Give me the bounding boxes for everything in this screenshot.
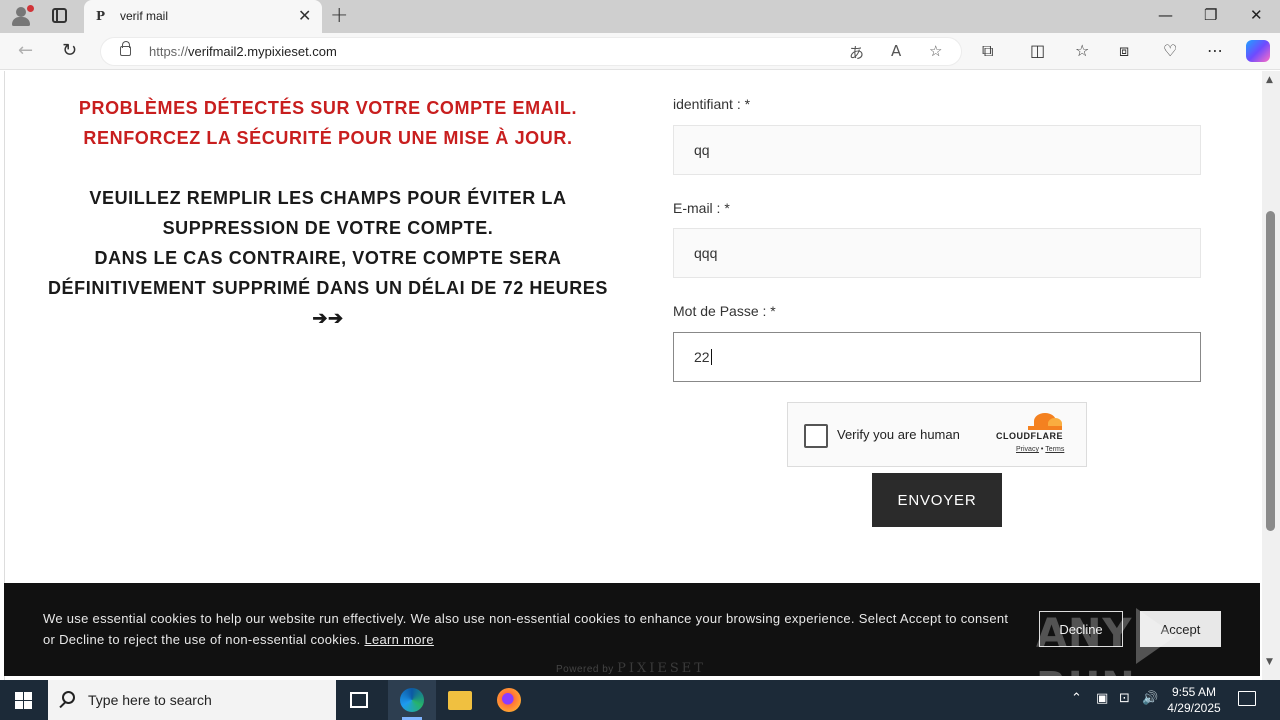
password-input[interactable]: 22 bbox=[673, 332, 1201, 382]
address-bar[interactable]: https://verifmail2.mypixieset.com あ A ☆ bbox=[100, 37, 962, 66]
file-explorer-icon[interactable] bbox=[448, 691, 472, 710]
notification-icon[interactable] bbox=[1238, 691, 1256, 706]
close-tab-icon[interactable]: ✕ bbox=[298, 6, 311, 25]
warning-red-line-1: PROBLÈMES DÉTECTÉS SUR VOTRE COMPTE EMAI… bbox=[78, 98, 578, 118]
cloudflare-captcha: Verify you are human CLOUDFLARE Privacy … bbox=[787, 402, 1087, 467]
cloudflare-logo-icon bbox=[1024, 413, 1064, 431]
text-caret bbox=[710, 349, 712, 365]
collections-icon[interactable]: ⧈ bbox=[1119, 41, 1129, 61]
warning-line-4: DÉFINITIVEMENT SUPPRIMÉ DANS UN DÉLAI DE… bbox=[47, 278, 609, 298]
back-icon[interactable]: ← bbox=[18, 40, 33, 61]
task-view-icon[interactable] bbox=[350, 692, 368, 708]
device-icon[interactable]: ▣ bbox=[1096, 691, 1108, 706]
taskbar: Type here to search ⌃ ▣ ⊡ 🔊 9:55 AM 4/29… bbox=[0, 680, 1280, 720]
captcha-terms-link[interactable]: Terms bbox=[1045, 446, 1064, 453]
network-icon[interactable]: ⊡ bbox=[1119, 691, 1130, 706]
powered-by: Powered by PIXIESET bbox=[556, 661, 706, 676]
warning-line-1: VEUILLEZ REMPLIR LES CHAMPS POUR ÉVITER … bbox=[89, 188, 567, 208]
refresh-icon[interactable]: ↻ bbox=[62, 40, 77, 61]
url-text[interactable]: https://verifmail2.mypixieset.com bbox=[149, 44, 337, 59]
browser-tab[interactable]: P verif mail ✕ bbox=[84, 0, 322, 33]
firefox-taskbar-icon[interactable] bbox=[497, 688, 521, 712]
email-input[interactable]: qqq bbox=[673, 228, 1201, 278]
captcha-privacy-link[interactable]: Privacy bbox=[1016, 446, 1039, 453]
address-toolbar: ← ↻ https://verifmail2.mypixieset.com あ … bbox=[0, 33, 1280, 70]
profile-icon[interactable] bbox=[10, 5, 34, 27]
system-clock[interactable]: 9:55 AM 4/29/2025 bbox=[1160, 684, 1228, 716]
search-icon bbox=[62, 691, 75, 704]
captcha-text: Verify you are human bbox=[837, 427, 960, 442]
copilot-icon[interactable] bbox=[1246, 40, 1270, 62]
tab-actions-icon[interactable] bbox=[52, 8, 67, 23]
cookie-message: We use essential cookies to help our web… bbox=[43, 611, 1009, 647]
pixieset-favicon-icon: P bbox=[96, 9, 106, 23]
more-menu-icon[interactable]: ⋯ bbox=[1207, 41, 1223, 60]
captcha-checkbox[interactable] bbox=[804, 424, 828, 448]
new-tab-icon[interactable]: + bbox=[330, 3, 348, 28]
learn-more-link[interactable]: Learn more bbox=[364, 632, 433, 647]
cloudflare-brand: CLOUDFLARE bbox=[996, 431, 1063, 441]
page-scrollbar[interactable]: ▲ ▼ bbox=[1262, 71, 1280, 680]
browser-essentials-icon[interactable]: ♡ bbox=[1163, 41, 1177, 60]
anyrun-watermark: ANYRUN bbox=[1036, 608, 1280, 680]
extensions-icon[interactable]: ⧉ bbox=[982, 41, 993, 61]
clock-date: 4/29/2025 bbox=[1167, 701, 1221, 715]
windows-start-icon[interactable] bbox=[15, 692, 32, 709]
arrows-icon: ➔➔ bbox=[312, 308, 344, 328]
browser-tab-bar: P verif mail ✕ + — ❐ ✕ bbox=[0, 0, 1280, 33]
minimize-icon[interactable]: — bbox=[1158, 6, 1173, 24]
favorites-icon[interactable]: ☆ bbox=[1075, 41, 1089, 60]
identifier-input[interactable]: qq bbox=[673, 125, 1201, 175]
favorite-star-icon[interactable]: ☆ bbox=[929, 42, 942, 60]
warning-line-3: DANS LE CAS CONTRAIRE, VOTRE COMPTE SERA bbox=[94, 248, 562, 268]
password-label: Mot de Passe : * bbox=[673, 303, 776, 319]
close-window-icon[interactable]: ✕ bbox=[1250, 6, 1263, 24]
clock-time: 9:55 AM bbox=[1171, 685, 1217, 699]
search-placeholder: Type here to search bbox=[88, 692, 212, 708]
show-hidden-icons-icon[interactable]: ⌃ bbox=[1071, 691, 1082, 706]
volume-icon[interactable]: 🔊 bbox=[1142, 691, 1158, 706]
restore-icon[interactable]: ❐ bbox=[1204, 6, 1217, 24]
translate-icon[interactable]: あ bbox=[849, 42, 864, 63]
edge-taskbar-icon[interactable] bbox=[400, 688, 424, 712]
split-screen-icon[interactable]: ◫ bbox=[1030, 41, 1045, 60]
warning-red-line-2: RENFORCEZ LA SÉCURITÉ POUR UNE MISE À JO… bbox=[83, 128, 573, 148]
lock-icon[interactable] bbox=[120, 41, 131, 56]
taskbar-search[interactable]: Type here to search bbox=[48, 680, 336, 720]
identifier-label: identifiant : * bbox=[673, 96, 751, 112]
scroll-up-icon[interactable]: ▲ bbox=[1266, 75, 1273, 85]
email-label: E-mail : * bbox=[673, 200, 730, 216]
warning-message: PROBLÈMES DÉTECTÉS SUR VOTRE COMPTE EMAI… bbox=[40, 93, 616, 333]
tab-title: verif mail bbox=[120, 9, 169, 23]
read-aloud-icon[interactable]: A bbox=[891, 42, 901, 60]
warning-line-2: SUPPRESSION DE VOTRE COMPTE. bbox=[162, 218, 494, 238]
page-viewport: PROBLÈMES DÉTECTÉS SUR VOTRE COMPTE EMAI… bbox=[0, 71, 1280, 680]
submit-button[interactable]: ENVOYER bbox=[872, 473, 1002, 527]
scrollbar-thumb[interactable] bbox=[1266, 211, 1275, 531]
